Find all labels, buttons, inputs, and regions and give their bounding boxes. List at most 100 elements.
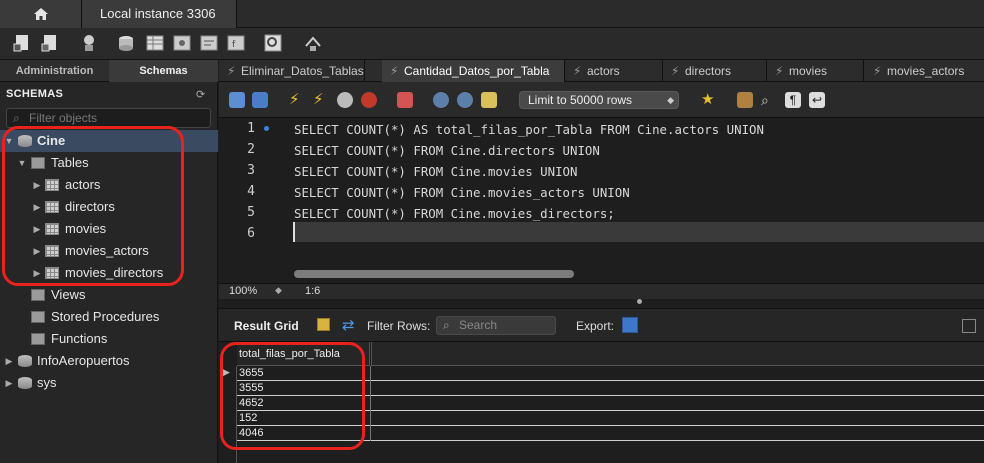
home-tab[interactable] (0, 0, 82, 28)
find-icon[interactable]: ⌕ (761, 92, 777, 108)
create-view-icon[interactable] (171, 32, 193, 54)
table-row[interactable]: 4652 (237, 396, 984, 411)
navigator-tabs: Administration Schemas (0, 60, 218, 82)
table-row[interactable]: 4046 (237, 426, 984, 441)
home-icon (33, 8, 48, 20)
rollback-icon[interactable] (457, 92, 473, 108)
tree-item-label: Functions (51, 331, 108, 346)
refresh-schemas-icon[interactable]: ⟳ (196, 88, 208, 101)
tree-item-tables[interactable]: ▼ Tables (0, 152, 218, 174)
expand-toggle-icon[interactable]: ▶ (32, 240, 42, 262)
code-line: SELECT COUNT(*) FROM Cine.movies UNION (294, 164, 578, 179)
open-sql-script-icon[interactable] (40, 32, 62, 54)
tree-item-views[interactable]: Views (0, 284, 218, 306)
tab-directors[interactable]: ⚡ directors (663, 60, 767, 82)
filter-objects-input[interactable]: ⌕ Filter objects (6, 108, 211, 128)
table-cell[interactable]: 152 (239, 411, 257, 425)
tree-item-sys[interactable]: ▶ sys (0, 372, 218, 394)
horizontal-scrollbar[interactable] (294, 270, 574, 278)
zoom-stepper-icon[interactable]: ◆ (275, 285, 282, 296)
table-tab-icon: ⚡ (873, 64, 882, 78)
toggle-panel-icon[interactable] (962, 319, 976, 333)
filter-rows-input[interactable]: ⌕ Search (436, 316, 556, 335)
tree-item-directors[interactable]: ▶ directors (0, 196, 218, 218)
expand-toggle-icon[interactable]: ▼ (17, 152, 27, 174)
tab-schemas[interactable]: Schemas (109, 60, 218, 82)
tab-cantidad-datos-por-tabla[interactable]: ⚡ Cantidad_Datos_por_Tabla (382, 60, 565, 82)
sql-editor[interactable]: 1 2 3 4 5 6 SELECT COUNT(*) AS total_fil… (219, 118, 984, 283)
execute-current-icon[interactable]: ⚡ (313, 92, 329, 108)
table-cell[interactable]: 4046 (239, 426, 263, 440)
tree-item-cine[interactable]: ▼ Cine (0, 130, 218, 152)
table-cell[interactable]: 3655 (239, 366, 263, 380)
open-file-icon[interactable] (229, 92, 245, 108)
row-gutter (219, 366, 237, 463)
current-row-icon: ▶ (223, 367, 230, 377)
tab-movies[interactable]: ⚡ movies (767, 60, 864, 82)
editor-status-bar: 100% ◆ 1:6 (219, 283, 984, 299)
expand-toggle-icon[interactable]: ▶ (32, 196, 42, 218)
search-table-data-icon[interactable] (262, 32, 284, 54)
tab-eliminar-datos-tablas[interactable]: ⚡ Eliminar_Datos_Tablas (219, 60, 365, 82)
grid-view-icon[interactable] (317, 318, 330, 331)
expand-toggle-icon[interactable]: ▶ (32, 262, 42, 284)
create-schema-icon[interactable] (115, 32, 137, 54)
connection-tab[interactable]: Local instance 3306 (82, 0, 237, 28)
refresh-icon[interactable]: ⇄ (342, 316, 355, 334)
column-header[interactable]: total_filas_por_Tabla (237, 342, 370, 366)
limit-rows-select[interactable]: Limit to 50000 rows ◆ (519, 91, 679, 109)
inspector-icon[interactable] (78, 32, 100, 54)
tab-administration[interactable]: Administration (0, 60, 109, 82)
autocommit-icon[interactable] (481, 92, 497, 108)
create-table-icon[interactable] (144, 32, 166, 54)
code-line: SELECT COUNT(*) FROM Cine.directors UNIO… (294, 143, 600, 158)
line-number: 6 (247, 226, 255, 241)
tree-item-label: movies_actors (65, 243, 149, 258)
table-row[interactable]: 3655 (237, 366, 984, 381)
navigator-sidebar: Administration Schemas SCHEMAS ⟳ ⌕ Filte… (0, 60, 218, 463)
reconnect-icon[interactable] (302, 32, 324, 54)
tree-item-label: directors (65, 199, 115, 214)
tree-item-stored-procedures[interactable]: Stored Procedures (0, 306, 218, 328)
sql-file-icon: ⚡ (390, 64, 399, 78)
execute-icon[interactable]: ⚡ (289, 92, 305, 108)
tab-label: Eliminar_Datos_Tablas (241, 64, 364, 78)
new-sql-tab-icon[interactable] (12, 32, 34, 54)
create-function-icon[interactable]: f (225, 32, 247, 54)
toggle-error-icon[interactable] (397, 92, 413, 108)
expand-toggle-icon[interactable]: ▶ (4, 372, 14, 394)
zoom-level[interactable]: 100% (229, 285, 257, 297)
expand-toggle-icon[interactable]: ▼ (4, 130, 14, 152)
table-icon (45, 179, 59, 191)
splitter-handle[interactable] (637, 299, 642, 304)
word-wrap-icon[interactable]: ↩ (809, 92, 825, 108)
table-icon (45, 201, 59, 213)
save-icon[interactable] (252, 92, 268, 108)
result-grid-label[interactable]: Result Grid (234, 319, 299, 333)
tree-item-movies-actors[interactable]: ▶ movies_actors (0, 240, 218, 262)
stop-icon[interactable] (361, 92, 377, 108)
beautify-icon[interactable]: ★ (701, 92, 717, 108)
tree-item-movies[interactable]: ▶ movies (0, 218, 218, 240)
table-cell[interactable]: 3555 (239, 381, 263, 395)
explain-icon[interactable] (337, 92, 353, 108)
tree-item-movies-directors[interactable]: ▶ movies_directors (0, 262, 218, 284)
invisible-chars-icon[interactable]: ¶ (785, 92, 801, 108)
line-number: 1 (247, 121, 255, 136)
export-icon[interactable] (622, 317, 638, 333)
expand-toggle-icon[interactable]: ▶ (4, 350, 14, 372)
tree-item-functions[interactable]: Functions (0, 328, 218, 350)
tree-item-label: movies_directors (65, 265, 164, 280)
table-row[interactable]: 152 (237, 411, 984, 426)
expand-toggle-icon[interactable]: ▶ (32, 174, 42, 196)
table-cell[interactable]: 4652 (239, 396, 263, 410)
tab-movies-actors[interactable]: ⚡ movies_actors (865, 60, 984, 82)
tab-actors[interactable]: ⚡ actors (565, 60, 663, 82)
tree-item-actors[interactable]: ▶ actors (0, 174, 218, 196)
table-row[interactable]: 3555 (237, 381, 984, 396)
create-procedure-icon[interactable] (198, 32, 220, 54)
snippet-icon[interactable] (737, 92, 753, 108)
tree-item-infoaeropuertos[interactable]: ▶ InfoAeropuertos (0, 350, 218, 372)
expand-toggle-icon[interactable]: ▶ (32, 218, 42, 240)
commit-icon[interactable] (433, 92, 449, 108)
